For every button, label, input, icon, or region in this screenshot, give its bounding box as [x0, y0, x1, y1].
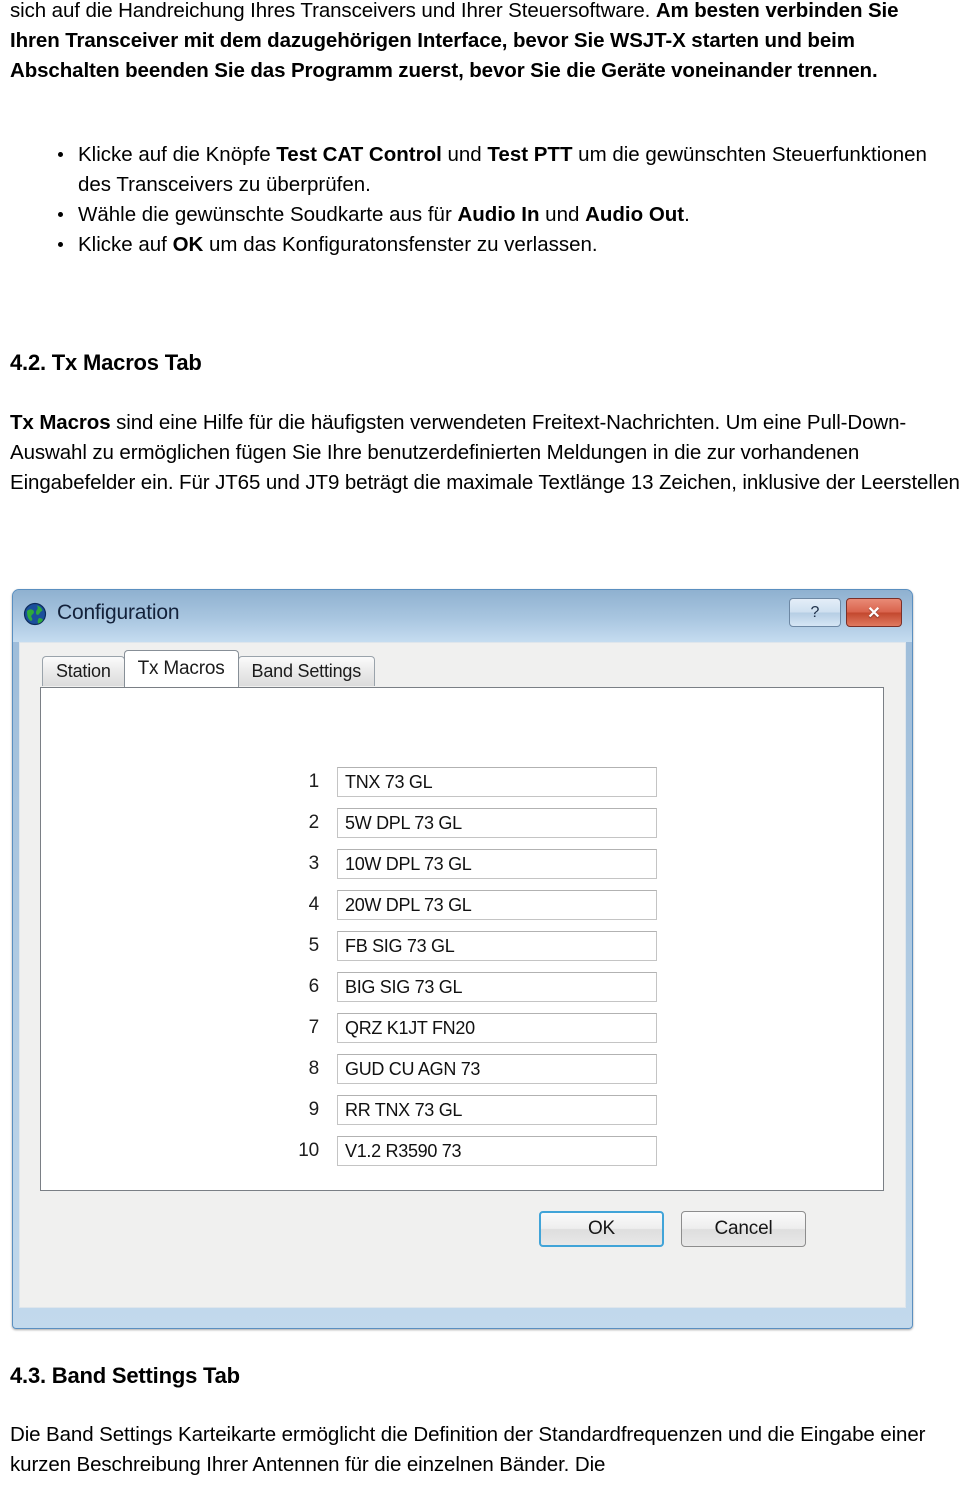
macro-index-label: 2: [308, 812, 320, 833]
section-heading-4-3: 4.3. Band Settings Tab: [10, 1363, 240, 1388]
macro-row: 10: [281, 1135, 671, 1167]
section-heading-4-2: 4.2. Tx Macros Tab: [10, 350, 202, 375]
macro-index-label: 1: [308, 771, 320, 792]
bullet-dot-icon: [58, 152, 63, 157]
macro-row: 1: [281, 766, 671, 798]
list-item-text: Wähle die gewünschte Soudkarte aus für A…: [78, 203, 690, 226]
macro-index-label: 10: [298, 1140, 319, 1161]
dialog-title: Configuration: [57, 601, 180, 624]
tx-macros-panel: 1 2 3 4 5: [40, 687, 884, 1191]
macro-row: 2: [281, 807, 671, 839]
macro-row: 5: [281, 930, 671, 962]
macro-input-4[interactable]: [337, 890, 657, 920]
macro-input-8[interactable]: [337, 1054, 657, 1084]
list-item: Wähle die gewünschte Soudkarte aus für A…: [0, 200, 960, 230]
macro-row: 8: [281, 1053, 671, 1085]
section-4-3-paragraph: Die Band Settings Karteikarte ermöglicht…: [10, 1423, 926, 1476]
macro-row: 7: [281, 1012, 671, 1044]
tab-strip[interactable]: Station Tx Macros Band Settings: [42, 650, 375, 687]
macro-index-label: 9: [308, 1099, 320, 1120]
macro-row: 6: [281, 971, 671, 1003]
macro-list: 1 2 3 4 5: [281, 766, 671, 1176]
macro-input-10[interactable]: [337, 1136, 657, 1166]
configuration-dialog-window[interactable]: Configuration ? ✕ Station Tx Macros Band…: [12, 589, 913, 1329]
tab-tx-macros[interactable]: Tx Macros: [123, 650, 239, 687]
macro-index-label: 6: [308, 976, 320, 997]
list-item: Klicke auf die Knöpfe Test CAT Control u…: [0, 140, 960, 200]
dialog-body: Station Tx Macros Band Settings 1 2 3: [19, 642, 906, 1308]
macro-input-5[interactable]: [337, 931, 657, 961]
list-item-text: Klicke auf die Knöpfe Test CAT Control u…: [78, 143, 927, 196]
section-4-2-paragraph: Tx Macros sind eine Hilfe für die häufig…: [10, 411, 960, 494]
macro-index-label: 7: [308, 1017, 320, 1038]
list-item-text: Klicke auf OK um das Konfiguratonsfenste…: [78, 233, 598, 256]
macro-input-3[interactable]: [337, 849, 657, 879]
macro-input-9[interactable]: [337, 1095, 657, 1125]
dialog-button-row: OK Cancel: [20, 1203, 905, 1263]
help-button[interactable]: ?: [789, 598, 841, 627]
macro-row: 3: [281, 848, 671, 880]
macro-input-7[interactable]: [337, 1013, 657, 1043]
list-item: Klicke auf OK um das Konfiguratonsfenste…: [0, 230, 960, 260]
tab-band-settings[interactable]: Band Settings: [237, 656, 375, 686]
window-controls[interactable]: ? ✕: [789, 598, 902, 627]
bullet-dot-icon: [58, 242, 63, 247]
macro-index-label: 5: [308, 935, 320, 956]
ok-button[interactable]: OK: [539, 1211, 664, 1247]
macro-row: 9: [281, 1094, 671, 1126]
macro-row: 4: [281, 889, 671, 921]
macro-index-label: 3: [308, 853, 320, 874]
cancel-button[interactable]: Cancel: [681, 1211, 806, 1247]
close-button[interactable]: ✕: [846, 598, 902, 627]
macro-input-1[interactable]: [337, 767, 657, 797]
tab-station[interactable]: Station: [42, 656, 125, 686]
macro-input-6[interactable]: [337, 972, 657, 1002]
macro-index-label: 8: [308, 1058, 320, 1079]
macro-index-label: 4: [308, 894, 320, 915]
dialog-titlebar[interactable]: Configuration ? ✕: [13, 590, 912, 642]
instruction-bullet-list: Klicke auf die Knöpfe Test CAT Control u…: [0, 140, 960, 260]
intro-paragraph: sich auf die Handreichung Ihres Transcei…: [10, 0, 899, 82]
globe-icon: [23, 602, 47, 626]
macro-input-2[interactable]: [337, 808, 657, 838]
bullet-dot-icon: [58, 212, 63, 217]
